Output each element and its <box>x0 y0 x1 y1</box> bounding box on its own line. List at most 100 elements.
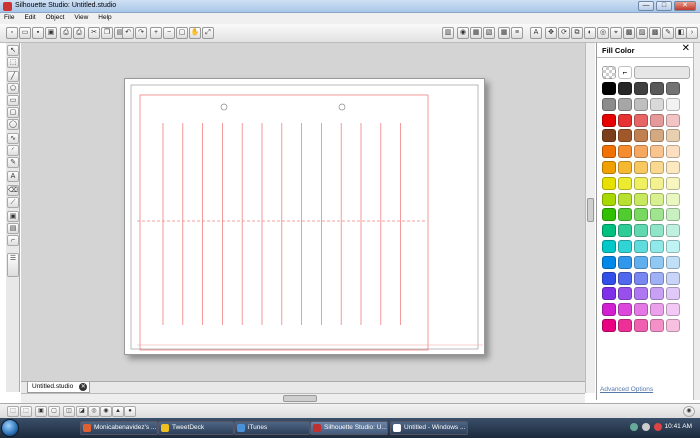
color-swatch[interactable] <box>634 303 648 317</box>
color-swatch[interactable] <box>618 192 632 206</box>
rounded-rect-tool-icon[interactable]: ▢ <box>7 107 19 118</box>
taskbar-item-tweetdeck[interactable]: TweetDeck <box>158 421 234 435</box>
color-swatch[interactable] <box>666 287 680 301</box>
color-swatch[interactable] <box>666 145 680 159</box>
line-style-icon[interactable]: ✎ <box>662 27 674 39</box>
undo-icon[interactable]: ↶ <box>122 27 134 39</box>
registration-icon[interactable]: ⌐ <box>7 235 19 246</box>
cut-settings-icon[interactable]: ◉ <box>457 27 469 39</box>
horizontal-scroll-thumb[interactable] <box>283 395 317 402</box>
color-swatch[interactable] <box>634 113 648 127</box>
color-swatch[interactable] <box>634 176 648 190</box>
color-swatch[interactable] <box>602 287 616 301</box>
color-swatch[interactable] <box>666 97 680 111</box>
align-icon[interactable]: ≡ <box>511 27 523 39</box>
page-setup-icon[interactable]: ▥ <box>442 27 454 39</box>
zoom-in-icon[interactable]: + <box>150 27 162 39</box>
color-swatch[interactable] <box>618 145 632 159</box>
color-swatch[interactable] <box>666 319 680 332</box>
color-swatch[interactable] <box>618 224 632 238</box>
print-cut-icon[interactable]: ⎙ <box>73 27 85 39</box>
horizontal-scrollbar[interactable] <box>21 393 585 403</box>
vertical-scrollbar[interactable] <box>585 43 595 393</box>
replicate-icon[interactable]: ⧉ <box>571 27 583 39</box>
color-swatch[interactable] <box>666 176 680 190</box>
copy-icon[interactable]: ❐ <box>101 27 113 39</box>
cut-icon[interactable]: ✂ <box>88 27 100 39</box>
arc-tool-icon[interactable]: ◜ <box>7 145 19 156</box>
volume-tray-icon[interactable] <box>642 423 650 431</box>
color-swatch[interactable] <box>618 161 632 174</box>
line-tool-icon[interactable]: ╱ <box>7 71 19 82</box>
color-swatch[interactable] <box>650 82 664 95</box>
open-folder-icon[interactable]: ▭ <box>19 27 31 39</box>
color-swatch[interactable] <box>666 240 680 253</box>
edit-points-icon[interactable]: ⬚ <box>7 57 19 68</box>
menu-view[interactable]: View <box>70 13 92 22</box>
color-swatch[interactable] <box>634 240 648 253</box>
color-swatch[interactable] <box>618 240 632 253</box>
ungroup-icon[interactable]: ▢ <box>48 406 60 417</box>
taskbar-item-silhouette[interactable]: Silhouette Studio: U... <box>310 421 388 435</box>
advanced-options-link[interactable]: Advanced Options <box>600 386 653 393</box>
close-tab-icon[interactable]: ✕ <box>79 383 88 391</box>
offset-icon[interactable]: ◎ <box>597 27 609 39</box>
color-swatch[interactable] <box>602 192 616 206</box>
select-tool-icon[interactable]: ↖ <box>7 45 19 56</box>
color-swatch[interactable] <box>666 271 680 285</box>
save-icon[interactable]: ▪ <box>32 27 44 39</box>
color-swatch[interactable] <box>634 255 648 269</box>
text-style-icon[interactable]: A <box>530 27 542 39</box>
curve-tool-icon[interactable]: ∿ <box>7 133 19 144</box>
color-swatch[interactable] <box>650 224 664 238</box>
color-swatch[interactable] <box>618 129 632 143</box>
trace-icon[interactable]: ⌖ <box>610 27 622 39</box>
color-swatch[interactable] <box>602 255 616 269</box>
color-swatch[interactable] <box>602 224 616 238</box>
media-icon[interactable]: ▤ <box>7 223 19 234</box>
taskbar-item-browser[interactable]: Monicabenavidez's ... <box>80 421 158 435</box>
taskbar-item-itunes[interactable]: iTunes <box>234 421 310 435</box>
color-swatch[interactable] <box>666 208 680 222</box>
color-swatch[interactable] <box>650 319 664 332</box>
color-swatch[interactable] <box>634 271 648 285</box>
color-swatch[interactable] <box>634 287 648 301</box>
color-swatch[interactable] <box>618 319 632 332</box>
color-swatch[interactable] <box>666 161 680 174</box>
eyedropper-icon[interactable]: ⌐ <box>618 66 632 79</box>
color-swatch[interactable] <box>634 97 648 111</box>
weld-icon[interactable]: ◎ <box>88 406 100 417</box>
color-swatch[interactable] <box>602 129 616 143</box>
color-swatch[interactable] <box>634 145 648 159</box>
expand-toolbar-icon[interactable]: › <box>686 27 698 39</box>
color-swatch[interactable] <box>650 176 664 190</box>
ellipse-tool-icon[interactable]: ◯ <box>7 119 19 130</box>
layers-panel-icon[interactable]: ☰ <box>7 253 19 277</box>
color-swatch[interactable] <box>602 303 616 317</box>
menu-edit[interactable]: Edit <box>20 13 39 22</box>
line-color-icon[interactable]: ▨ <box>636 27 648 39</box>
color-swatch[interactable] <box>602 145 616 159</box>
color-swatch[interactable] <box>650 129 664 143</box>
eraser-tool-icon[interactable]: ⌫ <box>7 185 19 196</box>
design-canvas[interactable] <box>21 43 585 381</box>
color-swatch[interactable] <box>602 161 616 174</box>
taskbar-item-paint[interactable]: Untitled - Windows ... <box>390 421 468 435</box>
color-swatch[interactable] <box>650 240 664 253</box>
color-swatch[interactable] <box>618 176 632 190</box>
color-swatch[interactable] <box>634 208 648 222</box>
color-swatch[interactable] <box>602 319 616 332</box>
color-swatch[interactable] <box>666 224 680 238</box>
release-compound-icon[interactable]: ◪ <box>76 406 88 417</box>
color-swatch[interactable] <box>650 145 664 159</box>
offset-shape-icon[interactable]: ◉ <box>100 406 112 417</box>
color-swatch[interactable] <box>602 97 616 111</box>
bring-forward-icon[interactable]: ▲ <box>112 406 124 417</box>
pixscan-icon[interactable]: ▣ <box>7 211 19 222</box>
menu-object[interactable]: Object <box>42 13 69 22</box>
color-swatch[interactable] <box>666 129 680 143</box>
rectangle-tool-icon[interactable]: ▭ <box>7 95 19 106</box>
color-swatch[interactable] <box>634 224 648 238</box>
fill-pattern-icon[interactable]: ▩ <box>649 27 661 39</box>
color-swatch[interactable] <box>650 271 664 285</box>
